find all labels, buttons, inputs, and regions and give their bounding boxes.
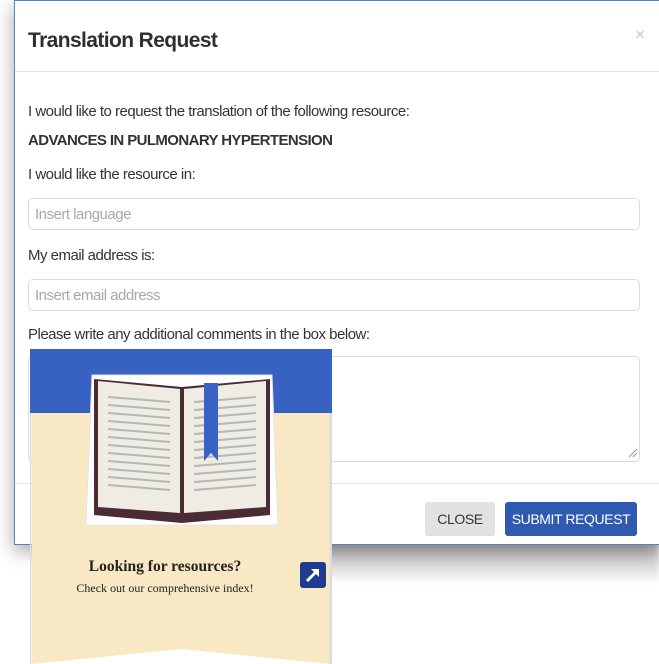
close-icon[interactable]: × xyxy=(635,25,645,45)
resource-name: ADVANCES IN PULMONARY HYPERTENSION xyxy=(28,132,333,149)
intro-text: I would like to request the translation … xyxy=(28,103,410,120)
modal-title: Translation Request xyxy=(28,29,218,52)
resize-grip-icon[interactable] xyxy=(629,449,637,457)
promo-subtitle: Check out our comprehensive index! xyxy=(76,581,254,595)
external-arrow-button[interactable] xyxy=(300,562,326,588)
open-book-icon xyxy=(85,374,279,526)
language-input[interactable] xyxy=(28,198,640,230)
comments-label: Please write any additional comments in … xyxy=(28,326,370,343)
modal-header: Translation Request × xyxy=(15,1,659,72)
close-button[interactable]: CLOSE xyxy=(425,502,495,536)
email-input[interactable] xyxy=(28,279,640,311)
external-arrow-icon xyxy=(305,568,320,583)
promo-title: Looking for resources? xyxy=(88,558,242,575)
resources-promo-widget[interactable]: Looking for resources? Check out our com… xyxy=(30,349,332,664)
submit-request-button[interactable]: SUBMIT REQUEST xyxy=(505,502,637,536)
language-label: I would like the resource in: xyxy=(28,166,196,183)
email-label: My email address is: xyxy=(28,247,155,264)
